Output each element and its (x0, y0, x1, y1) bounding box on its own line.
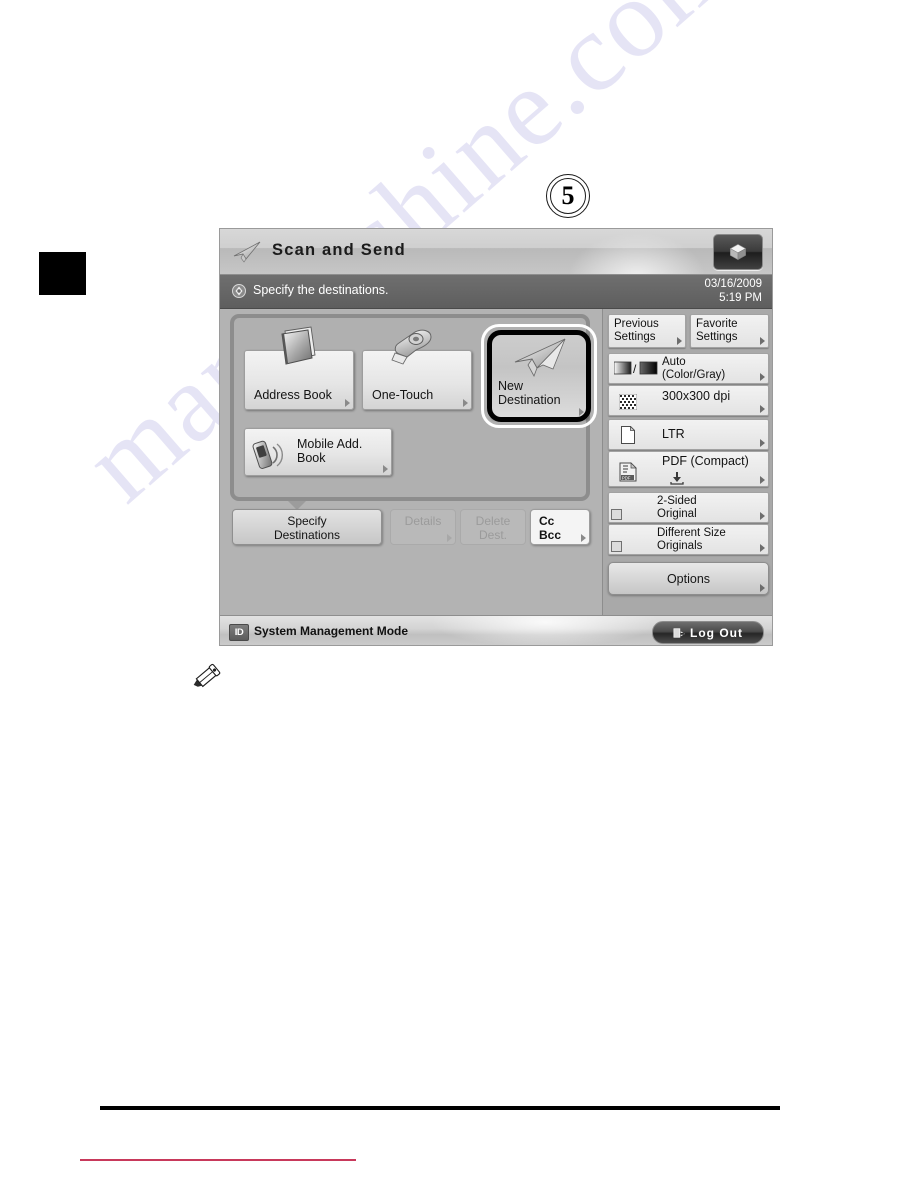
address-book-icon (271, 323, 323, 376)
file-format-save-icon (667, 471, 687, 490)
destination-group-box: Address Book One-Touch New Destination M… (230, 314, 597, 501)
mobile-label-line2: Book (297, 451, 326, 465)
resolution-label: 300x300 dpi (662, 389, 731, 403)
paper-size-button[interactable]: LTR (608, 419, 769, 450)
pdf-file-icon: PDF (619, 462, 637, 487)
previous-settings-line1: Previous (614, 318, 659, 330)
log-out-label: Log Out (690, 625, 743, 640)
color-mode-arrow-icon (760, 373, 765, 381)
color-mode-line2: (Color/Gray) (662, 369, 726, 381)
options-arrow-icon (760, 584, 765, 592)
new-destination-highlight-ring-inner (487, 330, 591, 422)
one-touch-arrow-icon (463, 399, 468, 407)
file-format-arrow-icon (760, 476, 765, 484)
resolution-button[interactable]: 300x300 dpi (608, 385, 769, 416)
favorite-settings-button[interactable]: Favorite Settings (690, 314, 769, 348)
chapter-tab-marker (39, 252, 86, 295)
log-out-button[interactable]: Log Out (652, 621, 764, 644)
favorite-settings-line1: Favorite (696, 318, 738, 330)
file-format-label: PDF (Compact) (662, 454, 749, 468)
settings-pane: Previous Settings Favorite Settings / Au… (602, 309, 772, 615)
delete-dest-button[interactable]: Delete Dest. (460, 509, 526, 545)
different-size-line1: Different Size (657, 527, 726, 539)
titlebar-glow (562, 229, 712, 274)
previous-settings-button[interactable]: Previous Settings (608, 314, 686, 348)
delete-dest-line1: Delete (475, 514, 511, 528)
previous-settings-arrow-icon (677, 337, 682, 345)
cc-bcc-arrow-icon (581, 534, 586, 542)
one-touch-icon (383, 323, 439, 376)
mobile-label-line1: Mobile Add. (297, 437, 363, 451)
status-indicator-icon (232, 284, 246, 298)
different-size-arrow-icon (760, 544, 765, 552)
device-screen: Scan and Send Specify the destinations. … (219, 228, 773, 646)
statusbar-highlight (430, 616, 660, 645)
page-footer-rule (100, 1106, 780, 1110)
resolution-halftone-icon (618, 393, 638, 415)
color-mode-line1: Auto (662, 356, 686, 368)
color-mode-button[interactable]: / Auto (Color/Gray) (608, 353, 769, 384)
pencil-icon (189, 662, 225, 696)
mobile-address-book-arrow-icon (383, 465, 388, 473)
mobile-address-book-button[interactable]: Mobile Add. Book (244, 428, 392, 476)
one-touch-label: One-Touch (372, 388, 434, 402)
time-text: 5:19 PM (719, 292, 762, 304)
details-label: Details (404, 514, 442, 528)
options-button[interactable]: Options (608, 562, 769, 595)
screen-message-bar: Specify the destinations. 03/16/2009 5:1… (220, 275, 772, 309)
page-footer-accent-rule (80, 1159, 356, 1161)
screen-titlebar: Scan and Send (220, 229, 772, 275)
address-book-button[interactable]: Address Book (244, 326, 354, 410)
logout-icon (673, 627, 685, 638)
paper-size-arrow-icon (760, 439, 765, 447)
options-label: Options (666, 572, 711, 586)
system-mode-text: System Management Mode (254, 624, 409, 638)
svg-text:PDF: PDF (622, 475, 631, 480)
specify-destinations-line1: Specify (287, 514, 327, 528)
two-sided-arrow-icon (760, 512, 765, 520)
details-button[interactable]: Details (390, 509, 456, 545)
cc-bcc-button[interactable]: Cc Bcc (530, 509, 590, 545)
file-format-button[interactable]: PDF PDF (Compact) (608, 451, 769, 487)
two-sided-line2: Original (657, 508, 697, 520)
different-size-originals-icon (611, 541, 622, 552)
mobile-address-book-icon (251, 435, 293, 478)
specify-destinations-line2: Destinations (273, 528, 341, 542)
destination-pane: Address Book One-Touch New Destination M… (220, 309, 602, 615)
two-sided-original-icon (611, 509, 622, 520)
svg-text:/: / (633, 362, 637, 375)
step-number-badge: 5 (546, 174, 590, 218)
datetime-display: 03/16/2009 5:19 PM (704, 277, 762, 305)
resolution-arrow-icon (760, 405, 765, 413)
cube-icon (729, 244, 747, 261)
paper-size-icon (621, 425, 636, 449)
cc-label: Cc (539, 514, 555, 528)
screen-status-bar: ID System Management Mode Log Out (220, 615, 772, 645)
different-size-line2: Originals (657, 540, 703, 552)
paper-plane-icon (233, 239, 261, 263)
two-sided-line1: 2-Sided (657, 495, 697, 507)
address-book-label: Address Book (254, 388, 332, 402)
id-badge-icon: ID (229, 624, 249, 641)
one-touch-button[interactable]: One-Touch (362, 329, 472, 410)
two-sided-original-button[interactable]: 2-Sided Original (608, 492, 769, 523)
address-book-arrow-icon (345, 399, 350, 407)
mobile-address-book-label: Mobile Add. Book (297, 437, 362, 465)
details-arrow-icon (447, 534, 452, 542)
paper-size-label: LTR (662, 427, 685, 441)
message-text: Specify the destinations. (253, 283, 389, 297)
screen-body: Address Book One-Touch New Destination M… (220, 309, 772, 615)
previous-settings-line2: Settings (614, 331, 656, 343)
delete-dest-line2: Dest. (478, 528, 507, 542)
app-title: Scan and Send (272, 241, 406, 259)
favorite-settings-arrow-icon (760, 337, 765, 345)
cube-icon-button[interactable] (713, 234, 763, 270)
step-number-label: 5 (550, 178, 586, 214)
color-mode-icon: / (613, 361, 658, 380)
specify-destinations-button[interactable]: Specify Destinations (232, 509, 382, 545)
new-destination-highlight-ring (481, 324, 597, 428)
favorite-settings-line2: Settings (696, 331, 738, 343)
different-size-originals-button[interactable]: Different Size Originals (608, 524, 769, 555)
date-text: 03/16/2009 (704, 278, 762, 290)
